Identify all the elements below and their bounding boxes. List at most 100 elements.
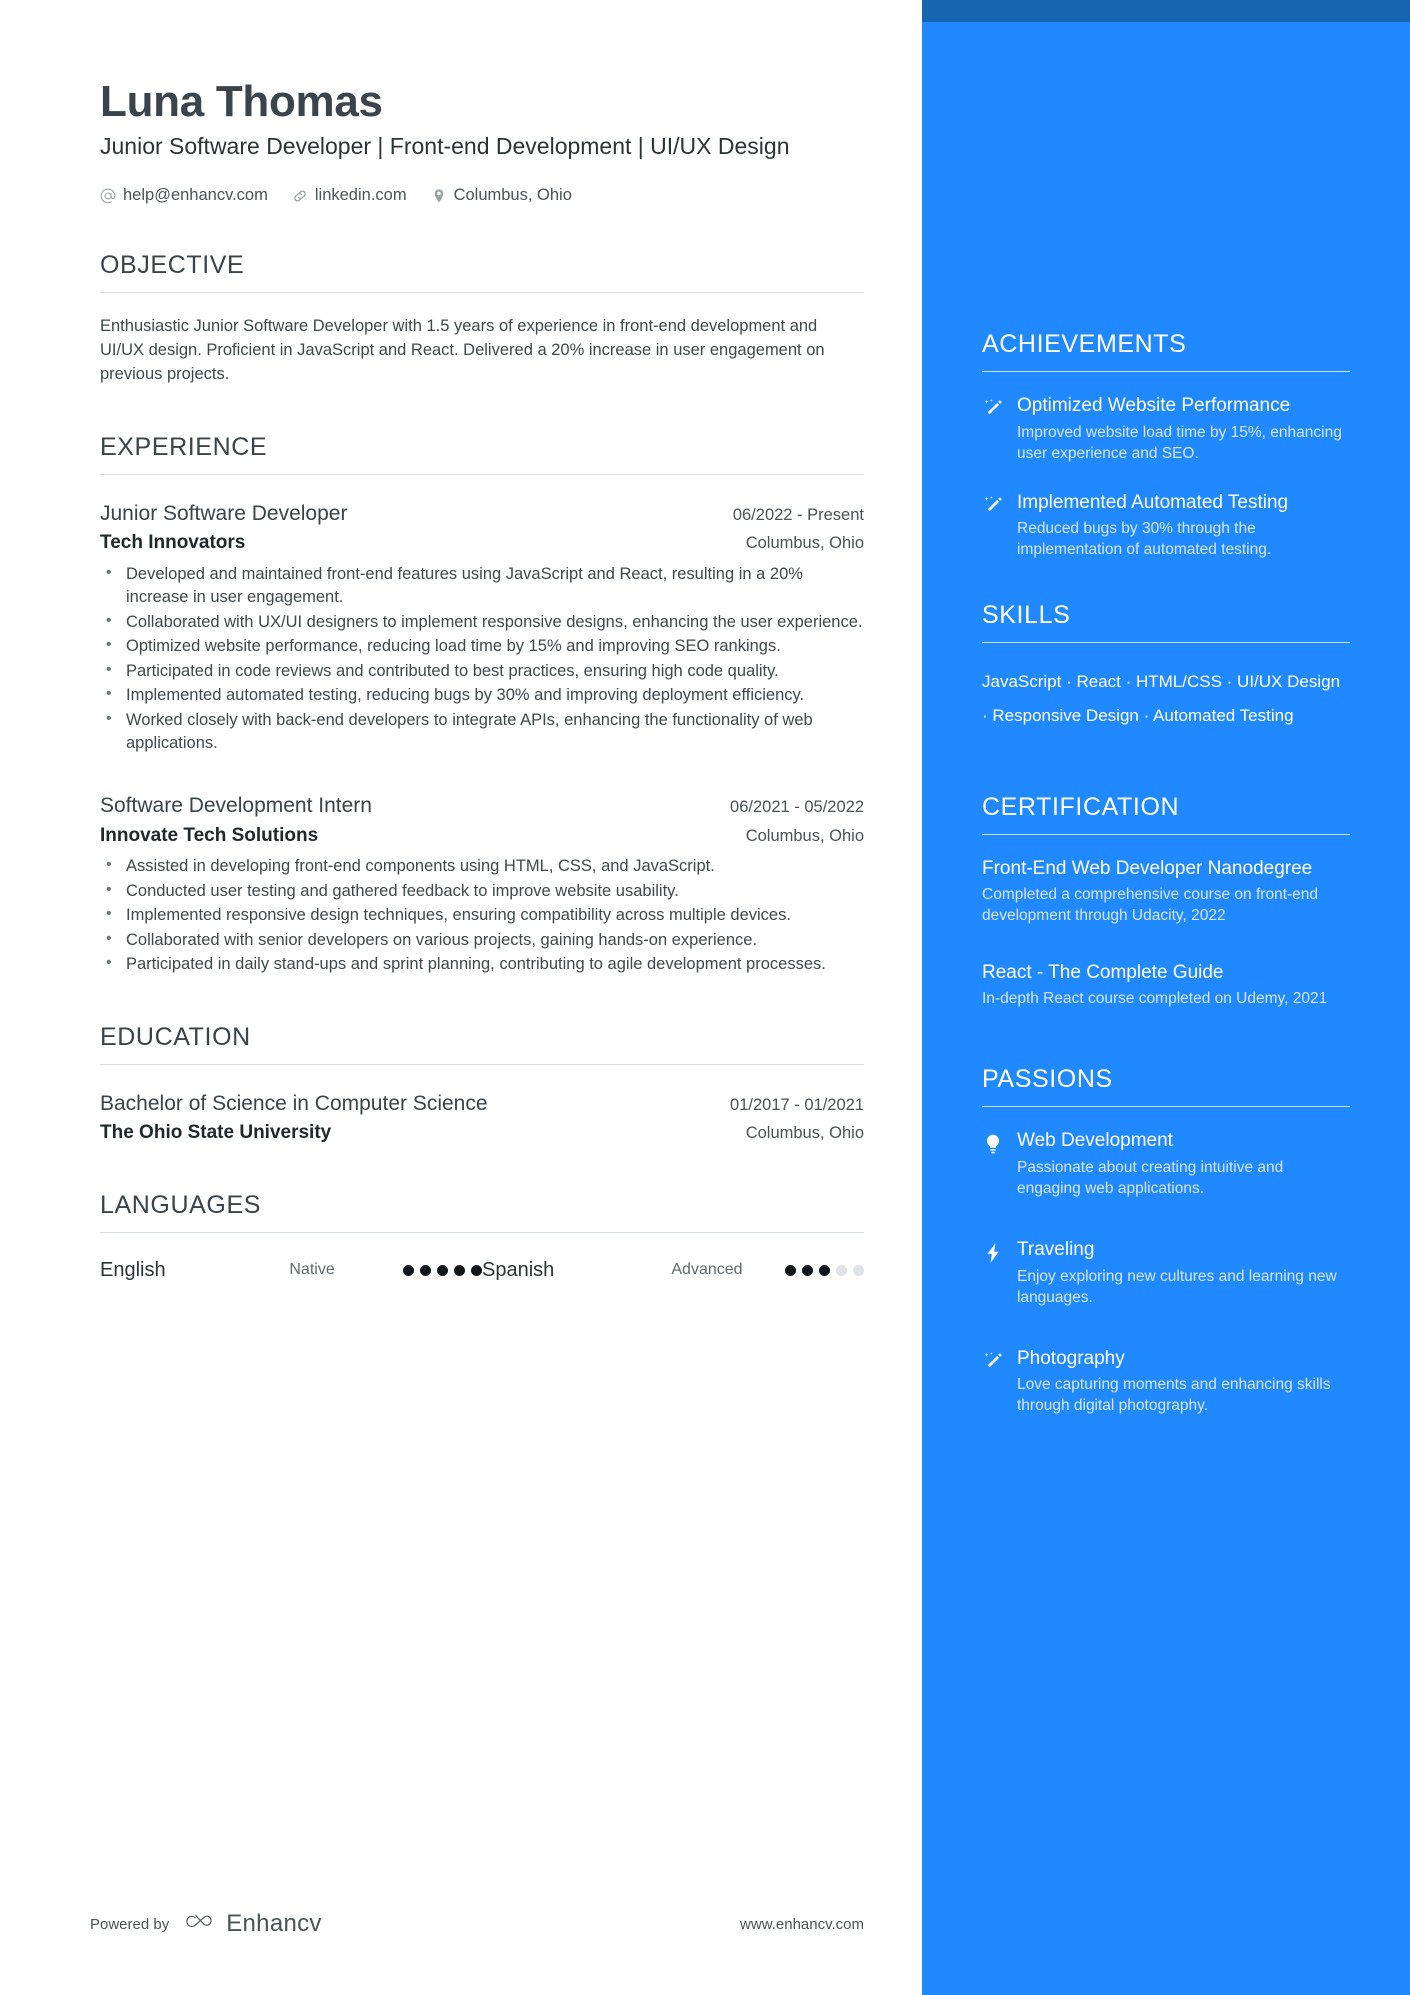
rating-dot-empty <box>836 1264 847 1276</box>
contact-location: Columbus, Ohio <box>431 186 572 205</box>
section-education: EDUCATION Bachelor of Science in Compute… <box>100 1023 864 1145</box>
rating-dot-filled <box>437 1264 448 1276</box>
experience-role: Junior Software Developer <box>100 502 348 526</box>
experience-heading: EXPERIENCE <box>100 433 268 462</box>
skills-list: JavaScript · React · HTML/CSS · UI/UX De… <box>982 672 1341 726</box>
achievement-body: Optimized Website Performance Improved w… <box>1017 394 1350 465</box>
footer-left: Powered by Enhancv <box>90 1910 322 1938</box>
language-rating-dots <box>403 1264 482 1276</box>
passion-body: Web Development Passionate about creatin… <box>1017 1129 1350 1200</box>
section-achievements: ACHIEVEMENTS Optimized Website Performan… <box>982 330 1350 561</box>
contact-linkedin-text: linkedin.com <box>314 186 407 205</box>
experience-company: Tech Innovators <box>100 532 246 554</box>
language-item-spanish: Spanish Advanced <box>482 1259 864 1282</box>
candidate-name: Luna Thomas <box>100 77 383 126</box>
contact-email-text: help@enhancv.com <box>123 186 268 205</box>
passion-item: Photography Love capturing moments and e… <box>982 1347 1350 1418</box>
skills-heading: SKILLS <box>982 601 1071 630</box>
passion-item: Traveling Enjoy exploring new cultures a… <box>982 1238 1350 1309</box>
achievement-desc: Improved website load time by 15%, enhan… <box>1017 423 1342 462</box>
map-pin-icon <box>431 188 447 204</box>
achievement-item: Optimized Website Performance Improved w… <box>982 394 1350 465</box>
language-name: Spanish <box>482 1258 555 1281</box>
section-certification: CERTIFICATION Front-End Web Developer Na… <box>982 793 1350 1009</box>
education-divider <box>100 1063 864 1065</box>
experience-entry-subheader: Tech Innovators Columbus, Ohio <box>100 531 864 555</box>
bullet-item: Conducted user testing and gathered feed… <box>100 879 864 903</box>
sidebar-content: ACHIEVEMENTS Optimized Website Performan… <box>982 0 1350 1417</box>
passion-title: Web Development <box>1017 1130 1173 1152</box>
certification-item: React - The Complete Guide In-depth Reac… <box>982 961 1350 1010</box>
language-level: Advanced <box>671 1261 743 1279</box>
passion-title: Traveling <box>1017 1239 1095 1261</box>
achievement-body: Implemented Automated Testing Reduced bu… <box>1017 491 1350 562</box>
languages-heading: LANGUAGES <box>100 1190 262 1219</box>
experience-bullets: Assisted in developing front-end compone… <box>100 854 864 976</box>
contact-linkedin[interactable]: linkedin.com <box>292 186 407 205</box>
objective-text: Enthusiastic Junior Software Developer w… <box>100 317 825 384</box>
experience-entry-header: Software Development Intern 06/2021 - 05… <box>100 793 864 819</box>
lightning-bolt-icon <box>982 1242 1004 1264</box>
enhancv-logo: Enhancv <box>183 1910 322 1938</box>
bullet-item: Optimized website performance, reducing … <box>100 634 864 658</box>
experience-location: Columbus, Ohio <box>745 534 864 553</box>
contact-email[interactable]: help@enhancv.com <box>100 186 268 205</box>
rating-dot-filled <box>802 1264 813 1276</box>
education-degree: Bachelor of Science in Computer Science <box>100 1091 488 1115</box>
bullet-item: Implemented responsive design techniques… <box>100 903 864 927</box>
sidebar: ACHIEVEMENTS Optimized Website Performan… <box>922 0 1410 1995</box>
bullet-item: Collaborated with UX/UI designers to imp… <box>100 610 864 634</box>
section-passions: PASSIONS Web Development Passionate abou… <box>982 1065 1350 1417</box>
rating-dot-filled <box>454 1264 465 1276</box>
passion-desc: Love capturing moments and enhancing ski… <box>1017 1376 1331 1415</box>
at-sign-icon <box>100 188 116 204</box>
section-languages: LANGUAGES English Native Spanish Advance… <box>100 1191 864 1282</box>
certification-divider <box>982 834 1350 836</box>
magic-wand-icon <box>982 1351 1004 1373</box>
contact-location-text: Columbus, Ohio <box>453 186 572 205</box>
education-dates: 01/2017 - 01/2021 <box>730 1095 864 1114</box>
languages-divider <box>100 1231 864 1233</box>
powered-by-label: Powered by <box>90 1915 170 1933</box>
footer-website[interactable]: www.enhancv.com <box>740 1916 864 1933</box>
experience-entry: Software Development Intern 06/2021 - 05… <box>100 793 864 976</box>
objective-divider <box>100 292 864 294</box>
achievement-title: Optimized Website Performance <box>1017 395 1291 416</box>
contact-row: help@enhancv.com linkedin.com Columbus, … <box>100 186 864 205</box>
lightbulb-icon <box>982 1133 1004 1155</box>
education-school: The Ohio State University <box>100 1121 332 1143</box>
achievement-desc: Reduced bugs by 30% through the implemen… <box>1017 520 1272 559</box>
rating-dot-filled <box>420 1264 431 1276</box>
passion-body: Traveling Enjoy exploring new cultures a… <box>1017 1238 1350 1309</box>
language-rating-dots <box>785 1264 864 1276</box>
rating-dot-empty <box>853 1264 864 1276</box>
bullet-item: Participated in daily stand-ups and spri… <box>100 952 864 976</box>
experience-location: Columbus, Ohio <box>745 826 864 845</box>
certification-name: Front-End Web Developer Nanodegree <box>982 858 1313 880</box>
education-entry-subheader: The Ohio State University Columbus, Ohio <box>100 1121 864 1145</box>
language-item-english: English Native <box>100 1259 482 1282</box>
candidate-headline: Junior Software Developer | Front-end De… <box>100 133 790 160</box>
rating-dot-filled <box>819 1264 830 1276</box>
language-name: English <box>100 1258 166 1281</box>
link-icon <box>292 188 308 204</box>
resume-header: Luna Thomas Junior Software Developer | … <box>100 0 864 205</box>
passion-body: Photography Love capturing moments and e… <box>1017 1347 1350 1418</box>
experience-bullets: Developed and maintained front-end featu… <box>100 562 864 755</box>
section-objective: OBJECTIVE Enthusiastic Junior Software D… <box>100 251 864 387</box>
passion-title: Photography <box>1017 1347 1125 1369</box>
achievement-title: Implemented Automated Testing <box>1017 491 1289 513</box>
section-experience: EXPERIENCE Junior Software Developer 06/… <box>100 433 864 976</box>
experience-divider <box>100 474 864 476</box>
rating-dot-filled <box>471 1264 482 1276</box>
experience-entry-subheader: Innovate Tech Solutions Columbus, Ohio <box>100 824 864 848</box>
certification-heading: CERTIFICATION <box>982 793 1180 822</box>
bullet-item: Assisted in developing front-end compone… <box>100 854 864 878</box>
languages-row: English Native Spanish Advanced <box>100 1259 864 1282</box>
passions-heading: PASSIONS <box>982 1065 1113 1094</box>
section-skills: SKILLS JavaScript · React · HTML/CSS · U… <box>982 601 1350 733</box>
certification-desc: Completed a comprehensive course on fron… <box>982 885 1319 924</box>
enhancv-wordmark: Enhancv <box>226 1910 322 1937</box>
experience-dates: 06/2021 - 05/2022 <box>730 798 864 817</box>
education-location: Columbus, Ohio <box>745 1123 864 1142</box>
